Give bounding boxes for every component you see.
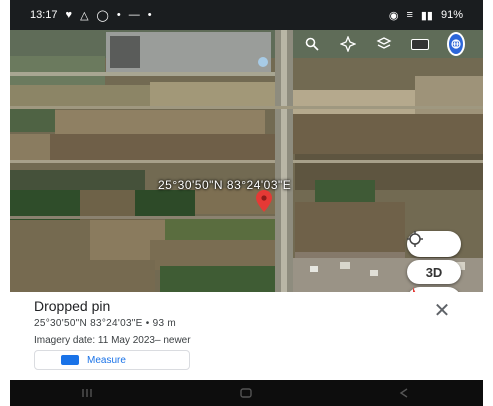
whatsapp-icon: ◯: [96, 9, 109, 22]
ruler-icon: [61, 355, 79, 365]
phone-screen: 13:17 ♥ △ ◯ • — • ◉ ≡ ▮▮ 91% 25°30'50"N …: [10, 0, 483, 406]
globe-icon[interactable]: [447, 32, 465, 56]
status-bar: 13:17 ♥ △ ◯ • — • ◉ ≡ ▮▮ 91%: [10, 0, 483, 30]
measure-icon[interactable]: [411, 35, 429, 53]
satellite-map[interactable]: 25°30'50"N 83°24'03"E 3D: [10, 30, 483, 292]
home-icon[interactable]: [239, 388, 253, 398]
signal-icon: ▮▮: [420, 9, 433, 22]
search-icon[interactable]: [303, 35, 321, 53]
3d-toggle-button[interactable]: 3D: [407, 260, 461, 284]
layers-icon[interactable]: [375, 35, 393, 53]
email-icon: •: [116, 9, 121, 21]
recents-icon[interactable]: [82, 388, 96, 398]
dropped-pin-sheet: Dropped pin ✕ 25°30'50"N 83°24'03"E • 93…: [10, 292, 483, 380]
map-toolbar: [10, 30, 483, 58]
volte-icon: ≡: [406, 9, 413, 21]
dropped-pin-marker[interactable]: [256, 190, 272, 212]
imagery-date: Imagery date: 11 May 2023– newer: [34, 335, 191, 346]
pin-icon: [256, 190, 272, 212]
my-location-button[interactable]: [407, 231, 461, 257]
locate-icon: [407, 231, 423, 247]
voyager-icon[interactable]: [339, 35, 357, 53]
measure-button[interactable]: Measure: [34, 350, 190, 370]
status-time: 13:17: [30, 9, 58, 21]
dot-icon: •: [147, 9, 152, 21]
close-icon[interactable]: ✕: [430, 298, 454, 322]
notification-icon: ♥: [65, 9, 73, 21]
alarm-icon: ◉: [388, 9, 399, 22]
more-icon: —: [128, 9, 140, 21]
sheet-title: Dropped pin: [34, 298, 111, 314]
battery-level: 91%: [440, 9, 463, 21]
alert-icon: △: [80, 9, 89, 22]
3d-label: 3D: [425, 264, 443, 280]
measure-label: Measure: [87, 354, 126, 366]
android-nav-bar: [10, 380, 483, 406]
back-icon[interactable]: [397, 388, 411, 398]
sheet-coordinates: 25°30'50"N 83°24'03"E • 93 m: [34, 318, 177, 329]
